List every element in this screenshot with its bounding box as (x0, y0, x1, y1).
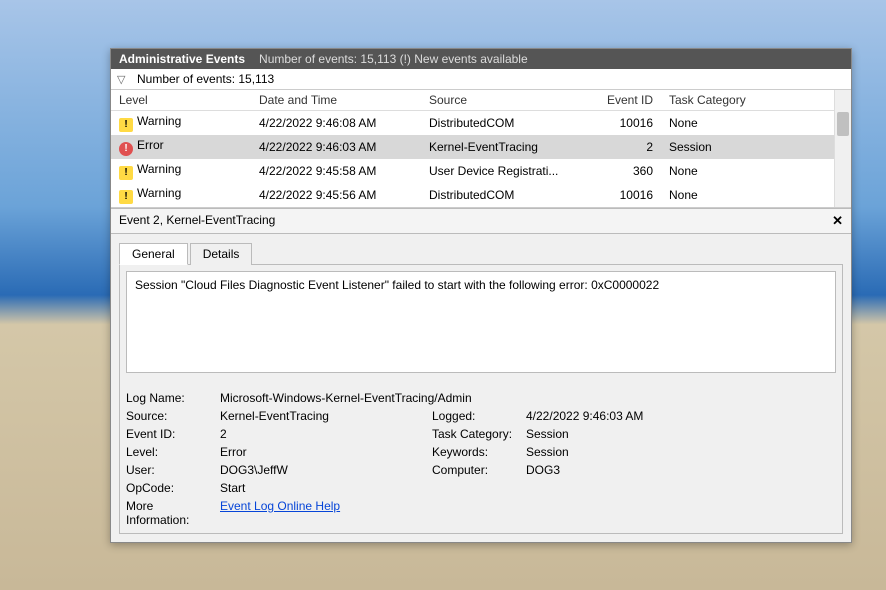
detail-title-bar: Event 2, Kernel-EventTracing ✕ (111, 209, 851, 234)
label-level: Level: (126, 445, 218, 459)
row-source: Kernel-EventTracing (421, 137, 591, 157)
row-date: 4/22/2022 9:45:58 AM (251, 161, 421, 181)
col-header-source[interactable]: Source (421, 90, 591, 110)
event-message: Session "Cloud Files Diagnostic Event Li… (126, 271, 836, 373)
event-table: Level Date and Time Source Event ID Task… (111, 90, 851, 208)
table-row[interactable]: Warning 4/22/2022 9:46:08 AMDistributedCO… (111, 111, 851, 135)
close-icon[interactable]: ✕ (832, 213, 843, 229)
row-source: User Device Registrati... (421, 161, 591, 181)
table-header: Level Date and Time Source Event ID Task… (111, 90, 851, 111)
row-eventid: 10016 (591, 113, 661, 133)
row-eventid: 2 (591, 137, 661, 157)
scrollbar-thumb[interactable] (837, 112, 849, 136)
row-date: 4/22/2022 9:46:03 AM (251, 137, 421, 157)
row-level: Error (137, 138, 164, 152)
row-date: 4/22/2022 9:45:56 AM (251, 185, 421, 205)
title-subtitle: Number of events: 15,113 (!) New events … (259, 52, 528, 66)
value-keywords: Session (526, 445, 836, 459)
col-header-level[interactable]: Level (111, 90, 251, 110)
value-logged: 4/22/2022 9:46:03 AM (526, 409, 836, 423)
value-user: DOG3\JeffW (220, 463, 430, 477)
row-task: None (661, 185, 781, 205)
tab-details[interactable]: Details (190, 243, 253, 265)
tab-body: Session "Cloud Files Diagnostic Event Li… (119, 264, 843, 534)
row-level: Warning (137, 114, 181, 128)
count-bar: Number of events: 15,113 (111, 69, 851, 90)
value-logname: Microsoft-Windows-Kernel-EventTracing/Ad… (220, 391, 836, 405)
detail-panel: Event 2, Kernel-EventTracing ✕ General D… (111, 208, 851, 534)
row-level: Warning (137, 186, 181, 200)
row-task: None (661, 113, 781, 133)
label-eventid: Event ID: (126, 427, 218, 441)
table-row[interactable]: Warning 4/22/2022 9:45:58 AMUser Device R… (111, 159, 851, 183)
filter-icon[interactable] (117, 72, 131, 86)
event-count-text: Number of events: 15,113 (137, 72, 274, 86)
value-taskcategory: Session (526, 427, 836, 441)
row-task: Session (661, 137, 781, 157)
value-opcode: Start (220, 481, 836, 495)
tab-general[interactable]: General (119, 243, 188, 265)
value-eventid: 2 (220, 427, 430, 441)
label-logname: Log Name: (126, 391, 218, 405)
row-date: 4/22/2022 9:46:08 AM (251, 113, 421, 133)
label-taskcategory: Task Category: (432, 427, 524, 441)
label-logged: Logged: (432, 409, 524, 423)
row-task: None (661, 161, 781, 181)
event-properties: Log Name: Microsoft-Windows-Kernel-Event… (126, 391, 836, 527)
label-opcode: OpCode: (126, 481, 218, 495)
title-bar: Administrative Events Number of events: … (111, 49, 851, 69)
col-header-eventid[interactable]: Event ID (591, 90, 661, 110)
detail-tabs: General Details (119, 242, 843, 264)
event-viewer-window: Administrative Events Number of events: … (110, 48, 852, 543)
table-row[interactable]: Warning 4/22/2022 9:45:56 AMDistributedCO… (111, 183, 851, 207)
value-computer: DOG3 (526, 463, 836, 477)
label-source: Source: (126, 409, 218, 423)
label-user: User: (126, 463, 218, 477)
title-main: Administrative Events (119, 52, 245, 66)
table-row[interactable]: Error 4/22/2022 9:46:03 AMKernel-EventTra… (111, 135, 851, 159)
warning-icon (119, 118, 133, 132)
warning-icon (119, 166, 133, 180)
row-eventid: 360 (591, 161, 661, 181)
value-source: Kernel-EventTracing (220, 409, 430, 423)
col-header-task[interactable]: Task Category (661, 90, 781, 110)
label-moreinfo: More Information: (126, 499, 218, 527)
row-level: Warning (137, 162, 181, 176)
label-computer: Computer: (432, 463, 524, 477)
scrollbar-track[interactable] (834, 90, 851, 207)
value-level: Error (220, 445, 430, 459)
error-icon (119, 142, 133, 156)
link-event-log-help[interactable]: Event Log Online Help (220, 499, 340, 513)
row-source: DistributedCOM (421, 113, 591, 133)
col-header-date[interactable]: Date and Time (251, 90, 421, 110)
detail-title-text: Event 2, Kernel-EventTracing (119, 213, 275, 229)
row-eventid: 10016 (591, 185, 661, 205)
row-source: DistributedCOM (421, 185, 591, 205)
warning-icon (119, 190, 133, 204)
label-keywords: Keywords: (432, 445, 524, 459)
